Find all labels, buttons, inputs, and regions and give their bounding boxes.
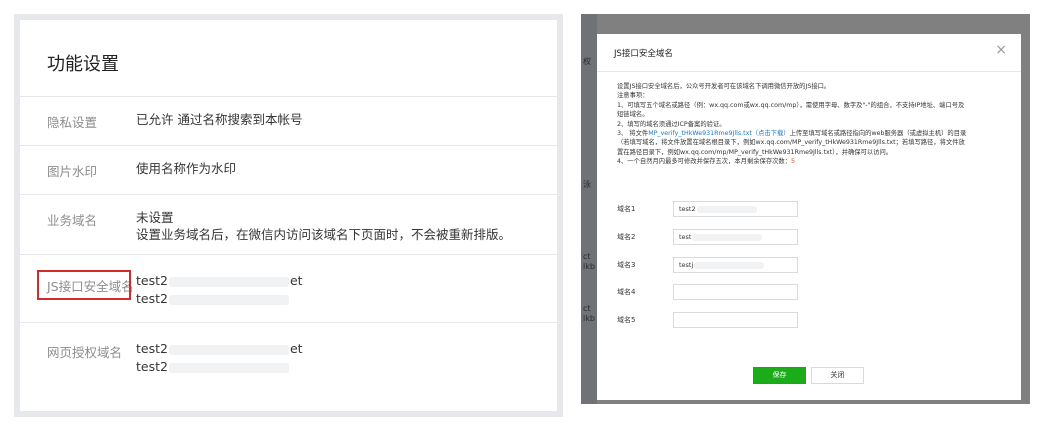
domain-text: test2: [136, 291, 168, 306]
page-title: 功能设置: [47, 54, 119, 75]
dialog-title: JS接口安全域名: [614, 49, 673, 59]
domain-value: test2: [136, 357, 290, 376]
field-label: 域名4: [617, 288, 636, 296]
redacted-area: [168, 344, 289, 355]
domain-text: et: [289, 273, 303, 288]
setting-value: 已允许 通过名称搜索到本帐号: [136, 112, 303, 127]
setting-row-watermark: 图片水印 使用名称作为水印: [20, 145, 557, 194]
background-page: 权 泳 ct lkb ct lkb: [581, 14, 597, 404]
redacted-area: [692, 233, 763, 241]
js-domain-dialog: JS接口安全域名 × 设置JS接口安全域名后，公众号开发者可在该域名下调用微信开…: [597, 34, 1021, 400]
field-label: 域名2: [617, 233, 636, 241]
bg-fragment: lkb: [583, 314, 595, 323]
desc-text: 上传至填写域名或路径指向的web服务器（或虚拟主机）的目录: [789, 130, 967, 138]
field-label: 域名5: [617, 316, 636, 324]
input-value: testj: [679, 261, 694, 269]
redacted-area: [168, 276, 289, 287]
desc-line: 3、 将文件MP_verify_tHkWe931Rme9Jlls.txt（点击下…: [617, 129, 1009, 138]
setting-row-oauth-domain: 网页授权域名 test2 et test2: [20, 322, 557, 392]
setting-label: 网页授权域名: [47, 345, 123, 360]
settings-panel-frame: 功能设置 隐私设置 已允许 通过名称搜索到本帐号 图片水印 使用名称作为水印 业…: [14, 14, 563, 417]
dialog-screenshot-frame: 权 泳 ct lkb ct lkb JS接口安全域名 × 设置JS接口安全域名后…: [581, 14, 1030, 404]
download-link[interactable]: （点击下载）: [752, 130, 790, 137]
domain-text: et: [289, 341, 303, 356]
bg-fragment: 泳: [583, 180, 591, 189]
close-button[interactable]: 关闭: [811, 367, 864, 384]
save-button[interactable]: 保存: [753, 367, 806, 384]
desc-line: （若填写域名，将文件放置在域名根目录下，例如wx.qq.com/MP_verif…: [617, 139, 965, 147]
domain-text: test2: [136, 341, 168, 356]
setting-label: 隐私设置: [47, 115, 98, 130]
desc-line: 4、一个自然月内最多可修改并保存五次，本月剩余保存次数：5: [617, 157, 1009, 166]
domain-value: test2 et: [136, 339, 303, 358]
field-label: 域名1: [617, 205, 636, 213]
domain-input-1[interactable]: test2: [673, 201, 798, 217]
desc-line: 2、填写的域名须通过ICP备案的验证。: [617, 120, 726, 128]
setting-hint: 设置业务域名后，在微信内访问该域名下页面时，不会被重新排版。: [136, 227, 512, 242]
setting-value: 使用名称作为水印: [136, 161, 237, 176]
desc-line: 置在路径目录下，例如wx.qq.com/mp/MP_verify_tHkWe93…: [617, 148, 893, 156]
redacted-area: [694, 261, 765, 269]
redacted-area: [696, 205, 757, 213]
domain-text: test2: [136, 359, 168, 374]
field-label: 域名3: [617, 261, 636, 269]
desc-text: 4、一个自然月内最多可修改并保存五次，本月剩余保存次数：: [617, 158, 792, 166]
desc-line: 短链域名。: [617, 111, 649, 119]
domain-text: test2: [136, 273, 168, 288]
highlight-box: [37, 270, 131, 300]
desc-line: 设置JS接口安全域名后，公众号开发者可在该域名下调用微信开放的JS接口。: [617, 83, 831, 90]
desc-line: 注意事项：: [617, 92, 649, 100]
input-value: test: [679, 233, 692, 241]
desc-line: 1、可填写五个域名或路径（例：wx.qq.com或wx.qq.com/mp），需…: [617, 101, 965, 109]
domain-input-4[interactable]: [673, 284, 798, 300]
bg-fragment: lkb: [583, 262, 595, 271]
domain-input-3[interactable]: testj: [673, 257, 798, 273]
setting-row-privacy: 隐私设置 已允许 通过名称搜索到本帐号: [20, 96, 557, 145]
setting-label: 图片水印: [47, 164, 98, 179]
domain-input-5[interactable]: [673, 312, 798, 328]
verify-file-link[interactable]: MP_verify_tHkWe931Rme9Jlls.txt: [648, 130, 752, 137]
bg-fragment: ct: [583, 252, 591, 261]
settings-card: 功能设置 隐私设置 已允许 通过名称搜索到本帐号 图片水印 使用名称作为水印 业…: [20, 20, 557, 411]
bg-fragment: ct: [583, 304, 591, 313]
redacted-area: [168, 294, 289, 305]
remaining-count: 5: [791, 158, 796, 166]
domain-input-2[interactable]: test: [673, 229, 798, 245]
domain-value: test2: [136, 289, 290, 308]
input-value: test2: [679, 205, 696, 213]
domain-value: test2 et: [136, 271, 303, 290]
bg-fragment: 权: [583, 57, 591, 66]
divider: [597, 71, 1021, 72]
redacted-area: [168, 362, 289, 373]
desc-text: 3、 将文件: [617, 130, 649, 138]
close-icon[interactable]: ×: [995, 43, 1007, 57]
setting-row-business-domain: 业务域名 未设置 设置业务域名后，在微信内访问该域名下页面时，不会被重新排版。: [20, 194, 557, 254]
setting-label: 业务域名: [47, 213, 98, 228]
dialog-description: 设置JS接口安全域名后，公众号开发者可在该域名下调用微信开放的JS接口。 注意事…: [617, 82, 1009, 167]
